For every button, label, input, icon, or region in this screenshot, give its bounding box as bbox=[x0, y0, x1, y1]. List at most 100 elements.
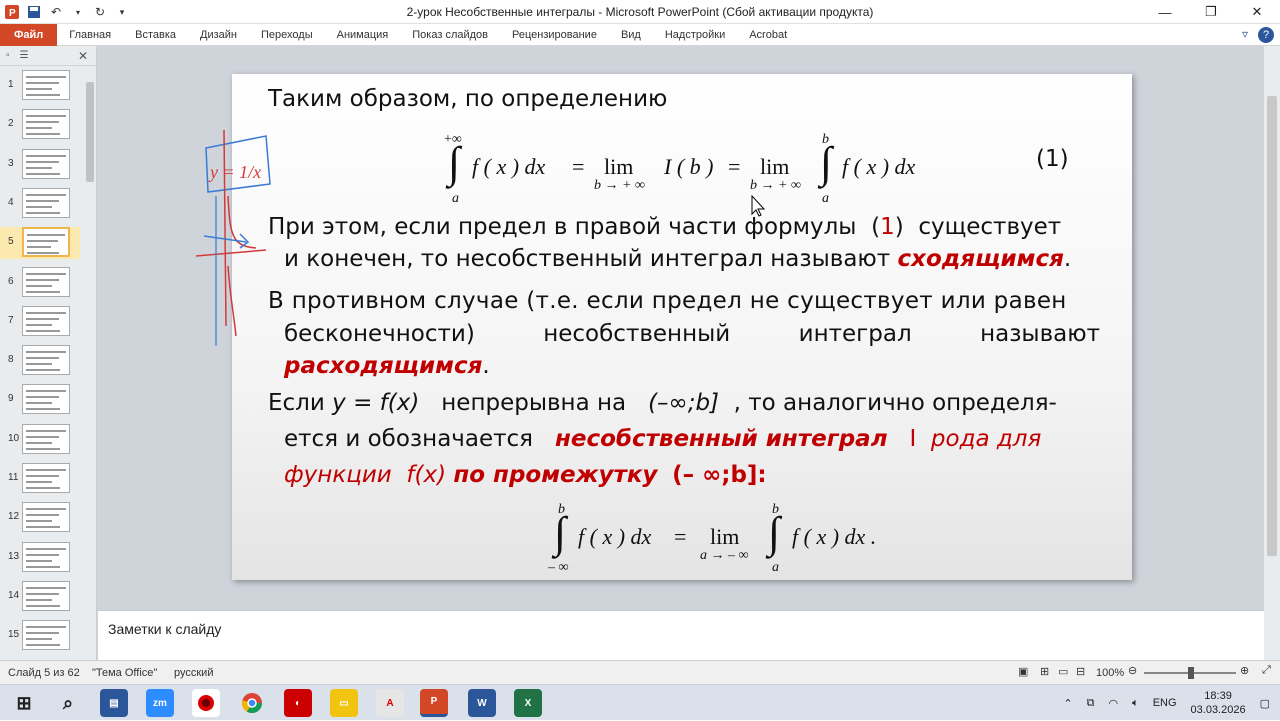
zoom-in-icon[interactable]: ⊕ bbox=[1240, 664, 1249, 677]
minimize-button[interactable]: — bbox=[1142, 0, 1188, 24]
slide-thumbnail[interactable]: 5 bbox=[0, 227, 80, 260]
restore-button[interactable]: ❐ bbox=[1188, 0, 1234, 24]
window-title: 2-урок Несобственные интегралы - Microso… bbox=[406, 5, 874, 19]
wifi-icon[interactable]: ◠ bbox=[1108, 697, 1118, 710]
tab-addins[interactable]: Надстройки bbox=[653, 29, 737, 41]
slide-thumbnail[interactable]: 10 bbox=[0, 423, 80, 456]
slide-thumbnail[interactable]: 6 bbox=[0, 266, 80, 299]
notes-pane[interactable]: Заметки к слайду bbox=[98, 610, 1264, 660]
network-icon[interactable]: ⧉ bbox=[1087, 697, 1095, 710]
equation-number: (1) bbox=[1036, 146, 1069, 172]
clock[interactable]: 18:39 03.03.2026 bbox=[1191, 689, 1246, 717]
move-cursor-icon bbox=[751, 194, 766, 217]
slide-thumbnail-number: 5 bbox=[8, 236, 14, 248]
term-convergent: сходящимся bbox=[897, 246, 1064, 272]
slide-thumbnail-image bbox=[22, 502, 70, 533]
normal-view-icon[interactable]: ▣ bbox=[1018, 665, 1028, 678]
slide-canvas[interactable]: Таким образом, по определению +∞ ∫ a f (… bbox=[232, 74, 1132, 580]
slide-thumbnail[interactable]: 15 bbox=[0, 620, 80, 652]
slide-thumbnail[interactable]: 7 bbox=[0, 305, 80, 338]
status-language[interactable]: русский bbox=[174, 667, 213, 679]
slide-thumbnail[interactable]: 4 bbox=[0, 187, 80, 220]
reading-view-icon[interactable]: ▭ bbox=[1058, 665, 1068, 678]
chrome-icon[interactable] bbox=[238, 689, 266, 717]
notifications-icon[interactable]: ▢ bbox=[1260, 697, 1270, 710]
close-pane-icon[interactable]: ✕ bbox=[78, 49, 88, 63]
slide-thumbnail-number: 7 bbox=[8, 314, 14, 326]
presenter-app-icon[interactable]: ◐ bbox=[284, 689, 312, 717]
zoom-slider[interactable] bbox=[1144, 667, 1236, 679]
slide-thumbnail-image bbox=[22, 541, 70, 572]
tab-file[interactable]: Файл bbox=[0, 23, 58, 46]
slideshow-view-icon[interactable]: ⊟ bbox=[1076, 665, 1085, 678]
tab-acrobat[interactable]: Acrobat bbox=[737, 29, 799, 41]
zoom-out-icon[interactable]: ⊖ bbox=[1128, 664, 1137, 677]
slide-thumbnail[interactable]: 9 bbox=[0, 384, 80, 416]
slide-thumbnail-number: 12 bbox=[8, 511, 20, 523]
paragraph-1-text-a: При этом, если предел в правой части фор… bbox=[268, 214, 857, 240]
slide-thumbnail-image bbox=[22, 266, 70, 297]
pdf-icon[interactable]: A bbox=[376, 689, 404, 717]
tab-slideshow[interactable]: Показ слайдов bbox=[400, 29, 500, 41]
tab-insert[interactable]: Вставка bbox=[123, 29, 188, 41]
slide-thumbnail-number: 6 bbox=[8, 275, 14, 287]
slide-scrollbar[interactable] bbox=[1264, 46, 1280, 660]
slides-view-icon[interactable]: ▫ bbox=[6, 50, 10, 61]
help-icon[interactable]: ? bbox=[1258, 27, 1274, 43]
input-language[interactable]: ENG bbox=[1153, 697, 1177, 709]
ribbon-collapse-icon[interactable]: ▿ bbox=[1242, 27, 1248, 43]
tab-review[interactable]: Рецензирование bbox=[500, 29, 609, 41]
slide-thumbnail[interactable]: 3 bbox=[0, 148, 80, 181]
slide-thumbnail-number: 4 bbox=[8, 196, 14, 208]
slide-thumbnail[interactable]: 8 bbox=[0, 345, 80, 377]
save-floppy-icon[interactable]: ▤ bbox=[100, 689, 128, 717]
tab-view[interactable]: Вид bbox=[609, 29, 653, 41]
ink-annotation: y = 1/x bbox=[195, 129, 271, 346]
tab-animation[interactable]: Анимация bbox=[325, 29, 401, 41]
slide-thumbnail-number: 14 bbox=[8, 589, 20, 601]
thumbnail-scrollbar[interactable] bbox=[84, 68, 96, 658]
slide-thumbnail-image bbox=[22, 580, 70, 611]
fit-slide-icon[interactable]: ⤢ bbox=[1262, 664, 1271, 677]
windows-taskbar: ⊞ ⌕ ▤ zm ◐ ▭ A P W X ⌃ ⧉ ◠ 🔈︎ ENG 18:39 … bbox=[0, 684, 1280, 720]
slide-thumbnail[interactable]: 12 bbox=[0, 502, 80, 534]
close-button[interactable]: ✕ bbox=[1234, 0, 1280, 24]
title-bar: P ↶ ▾ ↻ ▾ 2-урок Несобственные интегралы… bbox=[0, 0, 1280, 24]
slide-thumbnail[interactable]: 2 bbox=[0, 109, 80, 141]
powerpoint-taskbar-icon[interactable]: P bbox=[420, 689, 448, 717]
slide-thumbnail-image bbox=[22, 227, 70, 258]
volume-icon[interactable]: 🔈︎ bbox=[1132, 697, 1139, 710]
slide-thumbnail-image bbox=[22, 463, 70, 493]
slide-thumbnail-image bbox=[22, 384, 70, 415]
zoom-slider-handle[interactable] bbox=[1188, 667, 1194, 679]
slide-thumbnail-number: 15 bbox=[8, 629, 20, 641]
slide-heading: Таким образом, по определению bbox=[268, 86, 668, 112]
outline-view-icon[interactable]: ☰ bbox=[20, 50, 29, 61]
word-icon[interactable]: W bbox=[468, 689, 496, 717]
tab-design[interactable]: Дизайн bbox=[188, 29, 249, 41]
slide-thumbnail-image bbox=[22, 187, 70, 218]
slide-thumbnail[interactable]: 13 bbox=[0, 541, 80, 574]
tab-transitions[interactable]: Переходы bbox=[249, 29, 325, 41]
zoom-app-icon[interactable]: zm bbox=[146, 689, 174, 717]
paragraph-1-text-b: существует bbox=[918, 214, 1062, 240]
slide-thumbnail-number: 1 bbox=[8, 79, 14, 90]
slide-thumbnail-image bbox=[22, 620, 70, 651]
slide-thumbnail[interactable]: 1 bbox=[0, 70, 80, 102]
search-icon[interactable]: ⌕ bbox=[54, 689, 82, 717]
slide-thumbnail[interactable]: 11 bbox=[0, 463, 80, 495]
slide-thumbnail-number: 2 bbox=[8, 118, 14, 130]
slide-thumbnail-image bbox=[22, 423, 70, 454]
system-tray: ⌃ ⧉ ◠ 🔈︎ ENG 18:39 03.03.2026 ▢ bbox=[1063, 685, 1270, 721]
tray-overflow-icon[interactable]: ⌃ bbox=[1063, 697, 1072, 710]
file-explorer-icon[interactable]: ▭ bbox=[330, 689, 358, 717]
slide-thumbnail-number: 11 bbox=[8, 472, 19, 483]
start-windows-icon[interactable]: ⊞ bbox=[10, 689, 38, 717]
slide-sorter-icon[interactable]: ⊞ bbox=[1040, 665, 1049, 678]
slide-thumbnail[interactable]: 14 bbox=[0, 580, 80, 613]
excel-icon[interactable]: X bbox=[514, 689, 542, 717]
zoom-level[interactable]: 100% bbox=[1096, 667, 1124, 679]
record-icon[interactable] bbox=[192, 689, 220, 717]
tab-home[interactable]: Главная bbox=[57, 29, 123, 41]
term-improper-integral: несобственный интеграл bbox=[554, 426, 888, 452]
